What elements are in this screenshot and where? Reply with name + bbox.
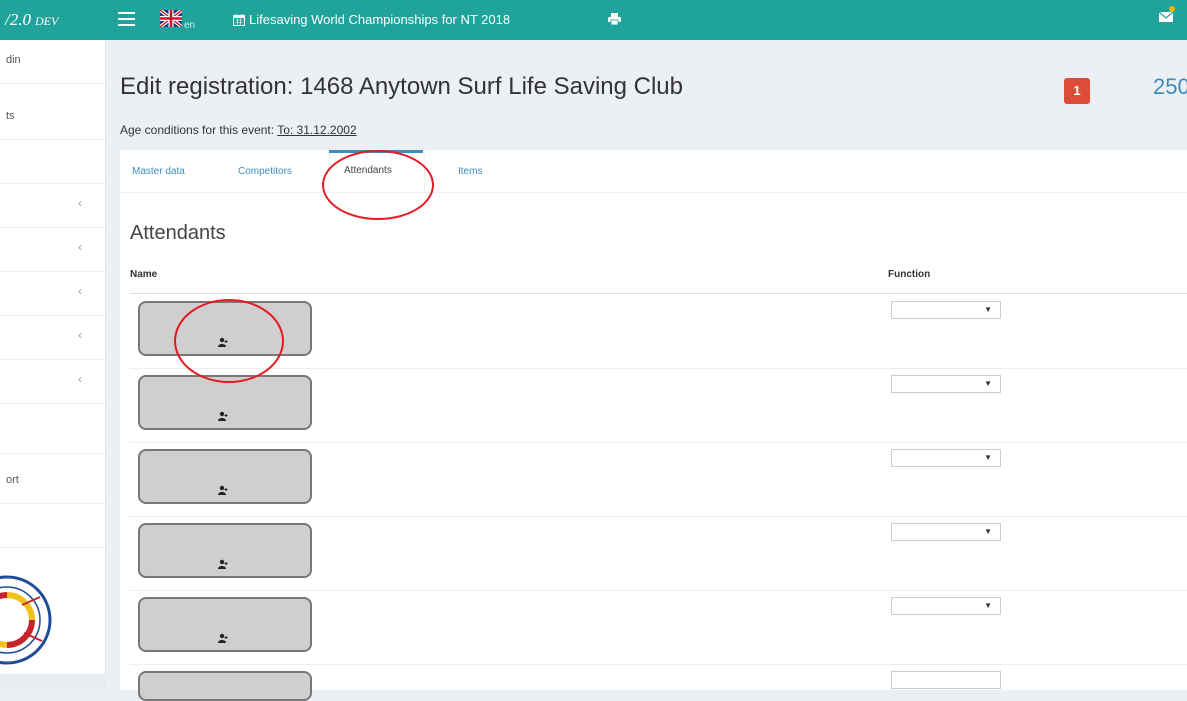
age-conditions-label: Age conditions for this event: [120,123,278,137]
person-add-icon[interactable] [218,559,228,569]
brand-version: /2.0 [5,10,31,29]
chevron-left-icon: ‹ [78,372,82,386]
notification-dot [1169,6,1175,12]
attendant-name-slot[interactable] [138,375,312,430]
brand-logo-text[interactable]: /2.0 DEV [0,0,105,40]
attendant-row: ▼ [130,516,1187,591]
tab-competitors[interactable]: Competitors [238,166,292,177]
function-select[interactable]: ▼ [891,449,1001,467]
registration-box: Master data Competitors Attendants Items… [120,150,1187,701]
tab-items[interactable]: Items [458,166,482,177]
chevron-left-icon: ‹ [78,196,82,210]
count-badge[interactable]: 1 [1064,78,1090,104]
sidebar-item-expandable[interactable]: ‹ [0,228,105,272]
person-add-icon[interactable] [218,633,228,643]
sidebar-item[interactable] [0,410,105,454]
dropdown-arrow-icon: ▼ [984,527,992,536]
main-content: Edit registration: 1468 Anytown Surf Lif… [106,40,1187,701]
sidebar-footer-strip [0,674,106,687]
active-tab-indicator [329,150,423,153]
column-header-function: Function [888,269,931,280]
function-select[interactable]: ▼ [891,523,1001,541]
event-title: Lifesaving World Championships for NT 20… [249,12,511,27]
attendant-row: ▼ [130,294,1187,369]
sidebar-item-events[interactable]: ts [0,96,105,140]
person-add-icon[interactable] [218,337,228,347]
top-navbar: /2.0 DEV en Lifesaving World Championship… [0,0,1187,40]
sidebar-item-expandable[interactable]: ‹ [0,184,105,228]
sidebar-item-expandable[interactable]: ‹ [0,360,105,404]
sidebar-item-label: din [6,54,21,66]
tab-master-data[interactable]: Master data [132,166,185,177]
sidebar: din ts ‹ ‹ ‹ ‹ ‹ ort [0,40,106,674]
tab-bar: Master data Competitors Attendants Items [120,150,1187,193]
function-select[interactable]: ▼ [891,375,1001,393]
attendant-row-partial [130,664,1187,701]
sidebar-item[interactable] [0,140,105,184]
sidebar-item-expandable[interactable]: ‹ [0,316,105,360]
organization-seal-logo [0,575,52,665]
chevron-left-icon: ‹ [78,240,82,254]
page-title: Edit registration: 1468 Anytown Surf Lif… [120,73,683,100]
chevron-left-icon: ‹ [78,328,82,342]
points-total: 250 [1153,74,1187,99]
column-header-name: Name [130,269,158,280]
function-select[interactable]: ▼ [891,597,1001,615]
dropdown-arrow-icon: ▼ [984,305,992,314]
attendant-name-slot[interactable] [138,449,312,504]
sidebar-item-admin[interactable]: din [0,40,105,84]
attendant-name-slot[interactable] [138,597,312,652]
sidebar-item[interactable] [0,504,105,548]
sidebar-item-label: ts [6,110,15,122]
dropdown-arrow-icon: ▼ [984,379,992,388]
event-selector[interactable]: Lifesaving World Championships for NT 20… [233,0,510,40]
attendant-name-slot[interactable] [138,523,312,578]
age-conditions: Age conditions for this event: To: 31.12… [120,123,357,137]
calendar-icon [233,14,245,26]
hamburger-menu-icon[interactable] [118,12,135,26]
function-select[interactable]: ▼ [891,301,1001,319]
dropdown-arrow-icon: ▼ [984,601,992,610]
attendant-row: ▼ [130,368,1187,443]
attendant-name-slot[interactable] [138,301,312,356]
attendant-row: ▼ [130,442,1187,517]
dropdown-arrow-icon: ▼ [984,453,992,462]
chevron-left-icon: ‹ [78,284,82,298]
person-add-icon[interactable] [218,411,228,421]
brand-env-suffix: DEV [34,14,59,28]
person-add-icon[interactable] [218,485,228,495]
function-select[interactable] [891,671,1001,689]
attendant-row: ▼ [130,590,1187,665]
sidebar-item-expandable[interactable]: ‹ [0,272,105,316]
print-icon[interactable] [608,13,621,25]
tab-attendants[interactable]: Attendants [344,165,392,176]
language-code[interactable]: en [184,20,195,31]
uk-flag-icon[interactable] [160,10,182,27]
age-conditions-value: To: 31.12.2002 [277,123,357,137]
sidebar-item-report[interactable]: ort [0,460,105,504]
sidebar-item-label: ort [6,474,19,486]
attendant-name-slot[interactable] [138,671,312,701]
section-title: Attendants [130,222,226,244]
